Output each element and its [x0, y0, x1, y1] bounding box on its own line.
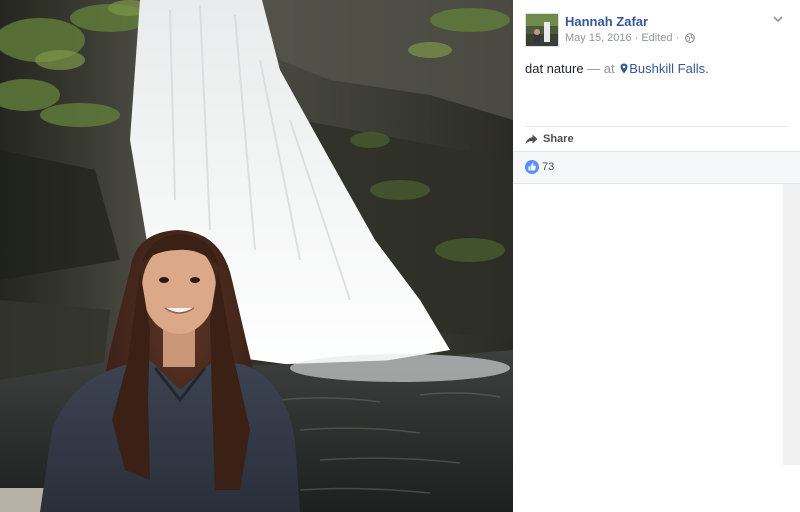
post-message: dat nature — at Bushkill Falls. [525, 61, 709, 77]
comments-scrollbar[interactable] [783, 184, 800, 465]
photo-viewer: Hannah Zafar May 15, 2016 · Edited · dat na… [0, 0, 800, 512]
like-count[interactable]: 73 [542, 161, 554, 173]
post-meta: May 15, 2016 · Edited · [565, 32, 696, 46]
share-button[interactable]: Share [525, 131, 574, 147]
meta-separator: · [675, 32, 680, 44]
waterfall-portrait-image [0, 0, 513, 512]
map-pin-icon [620, 62, 628, 77]
reactions-bar: 73 [513, 151, 800, 184]
author-name-link[interactable]: Hannah Zafar [565, 14, 648, 29]
share-label: Share [543, 133, 574, 145]
location-link[interactable]: Bushkill Falls. [629, 61, 708, 76]
comments-area [513, 184, 783, 465]
post-photo[interactable] [0, 0, 513, 512]
globe-icon[interactable] [685, 33, 696, 46]
post-date-link[interactable]: May 15, 2016 [565, 32, 632, 44]
comments-section [513, 184, 800, 512]
share-arrow-icon [525, 134, 538, 144]
meta-separator: · [634, 32, 639, 44]
avatar-image [526, 14, 558, 46]
post-text-body: dat nature [525, 61, 584, 76]
location-prefix: — at [587, 61, 615, 76]
author-avatar[interactable] [525, 13, 559, 47]
thumbs-up-icon [525, 160, 539, 174]
post-options-chevron-icon[interactable] [771, 12, 785, 26]
actions-divider [525, 126, 788, 127]
edited-link[interactable]: Edited [641, 32, 672, 44]
